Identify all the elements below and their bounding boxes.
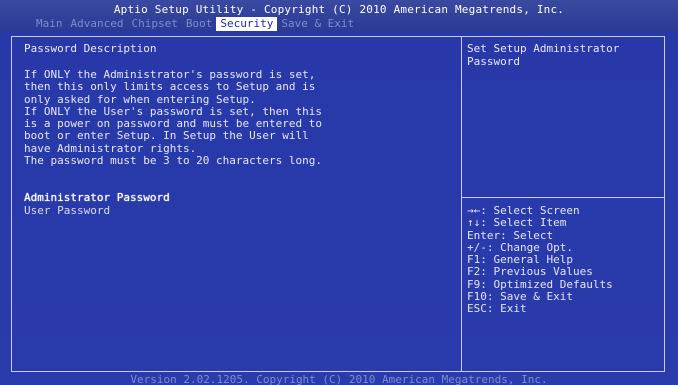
help-text-line: Password xyxy=(467,55,520,68)
administrator-password-item[interactable]: Administrator Password xyxy=(24,191,170,204)
tab-save-exit[interactable]: Save & Exit xyxy=(277,17,358,31)
user-password-item[interactable]: User Password xyxy=(24,204,170,217)
key-esc-exit: ESC: Exit xyxy=(467,302,527,316)
key-previous-values: F2: Previous Values xyxy=(467,265,593,279)
password-settings-list: Administrator Password User Password xyxy=(24,191,170,217)
title-bar: Aptio Setup Utility - Copyright (C) 2010… xyxy=(0,0,678,32)
menu-tabs: Main Advanced Chipset Boot Security Save… xyxy=(32,17,358,31)
description-text: If ONLY the Administrator's password is … xyxy=(24,68,454,168)
panel-divider-horizontal xyxy=(461,197,665,198)
item-help-pane: Set Setup Administrator Password xyxy=(467,42,662,68)
tab-advanced[interactable]: Advanced xyxy=(67,17,128,31)
version-footer: Version 2.02.1205. Copyright (C) 2010 Am… xyxy=(130,375,548,385)
key-select-item: ↑↓: Select Item xyxy=(467,216,567,230)
description-line: then this only limits access to Setup an… xyxy=(24,80,316,94)
tab-boot[interactable]: Boot xyxy=(182,17,217,31)
tab-security[interactable]: Security xyxy=(216,17,278,31)
app-title: Aptio Setup Utility - Copyright (C) 2010… xyxy=(113,3,565,16)
description-line: The password must be 3 to 20 characters … xyxy=(24,154,323,168)
description-line: boot or enter Setup. In Setup the User w… xyxy=(24,129,309,143)
tab-chipset[interactable]: Chipset xyxy=(127,17,181,31)
description-heading: Password Description xyxy=(24,42,157,55)
bios-screen: Aptio Setup Utility - Copyright (C) 2010… xyxy=(0,0,678,385)
password-description-pane: Password Description If ONLY the Adminis… xyxy=(24,42,454,167)
help-text-line: Set Setup Administrator xyxy=(467,42,620,55)
key-legend: →←: Select Screen ↑↓: Select Item Enter:… xyxy=(467,204,662,316)
panel-divider-vertical xyxy=(461,36,462,372)
tab-main[interactable]: Main xyxy=(32,17,67,31)
